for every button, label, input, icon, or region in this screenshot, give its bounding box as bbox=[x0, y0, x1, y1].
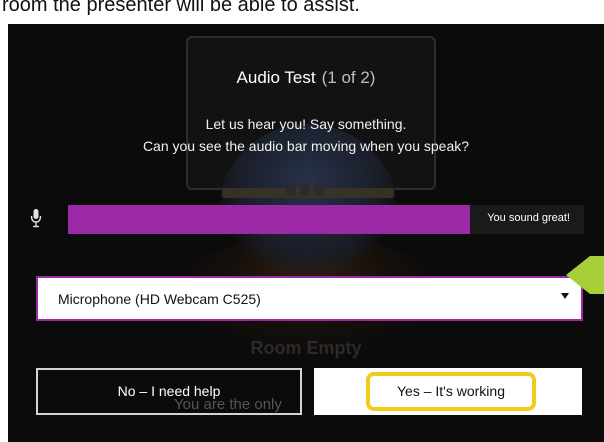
no-need-help-button[interactable]: No – I need help bbox=[36, 368, 302, 415]
yes-its-working-button[interactable]: Yes – It's working bbox=[314, 368, 582, 415]
microphone-select-value: Microphone (HD Webcam C525) bbox=[58, 291, 261, 307]
audio-status-text: You sound great! bbox=[487, 212, 570, 224]
instruction-line-1: Let us hear you! Say something. bbox=[205, 116, 407, 132]
yes-highlight-outline: Yes – It's working bbox=[366, 372, 536, 411]
audio-level-meter: You sound great! bbox=[68, 205, 584, 234]
microphone-select[interactable]: Microphone (HD Webcam C525) bbox=[36, 276, 583, 321]
dialog-title: Audio Test (1 of 2) bbox=[8, 68, 604, 88]
page-intro-text: room the presenter will be able to assis… bbox=[2, 0, 360, 16]
audio-test-dialog: Room Empty Audio Test (1 of 2) Let us hea… bbox=[8, 24, 604, 442]
instruction-line-2: Can you see the audio bar moving when yo… bbox=[142, 138, 470, 154]
room-status-text: Room Empty bbox=[250, 338, 362, 358]
pointer-arrow-icon bbox=[566, 256, 604, 294]
background-dots bbox=[286, 182, 332, 198]
audio-level-fill bbox=[68, 205, 471, 234]
dialog-step-counter: (1 of 2) bbox=[321, 68, 376, 87]
microphone-icon bbox=[30, 209, 42, 228]
dialog-title-text: Audio Test bbox=[236, 68, 316, 87]
